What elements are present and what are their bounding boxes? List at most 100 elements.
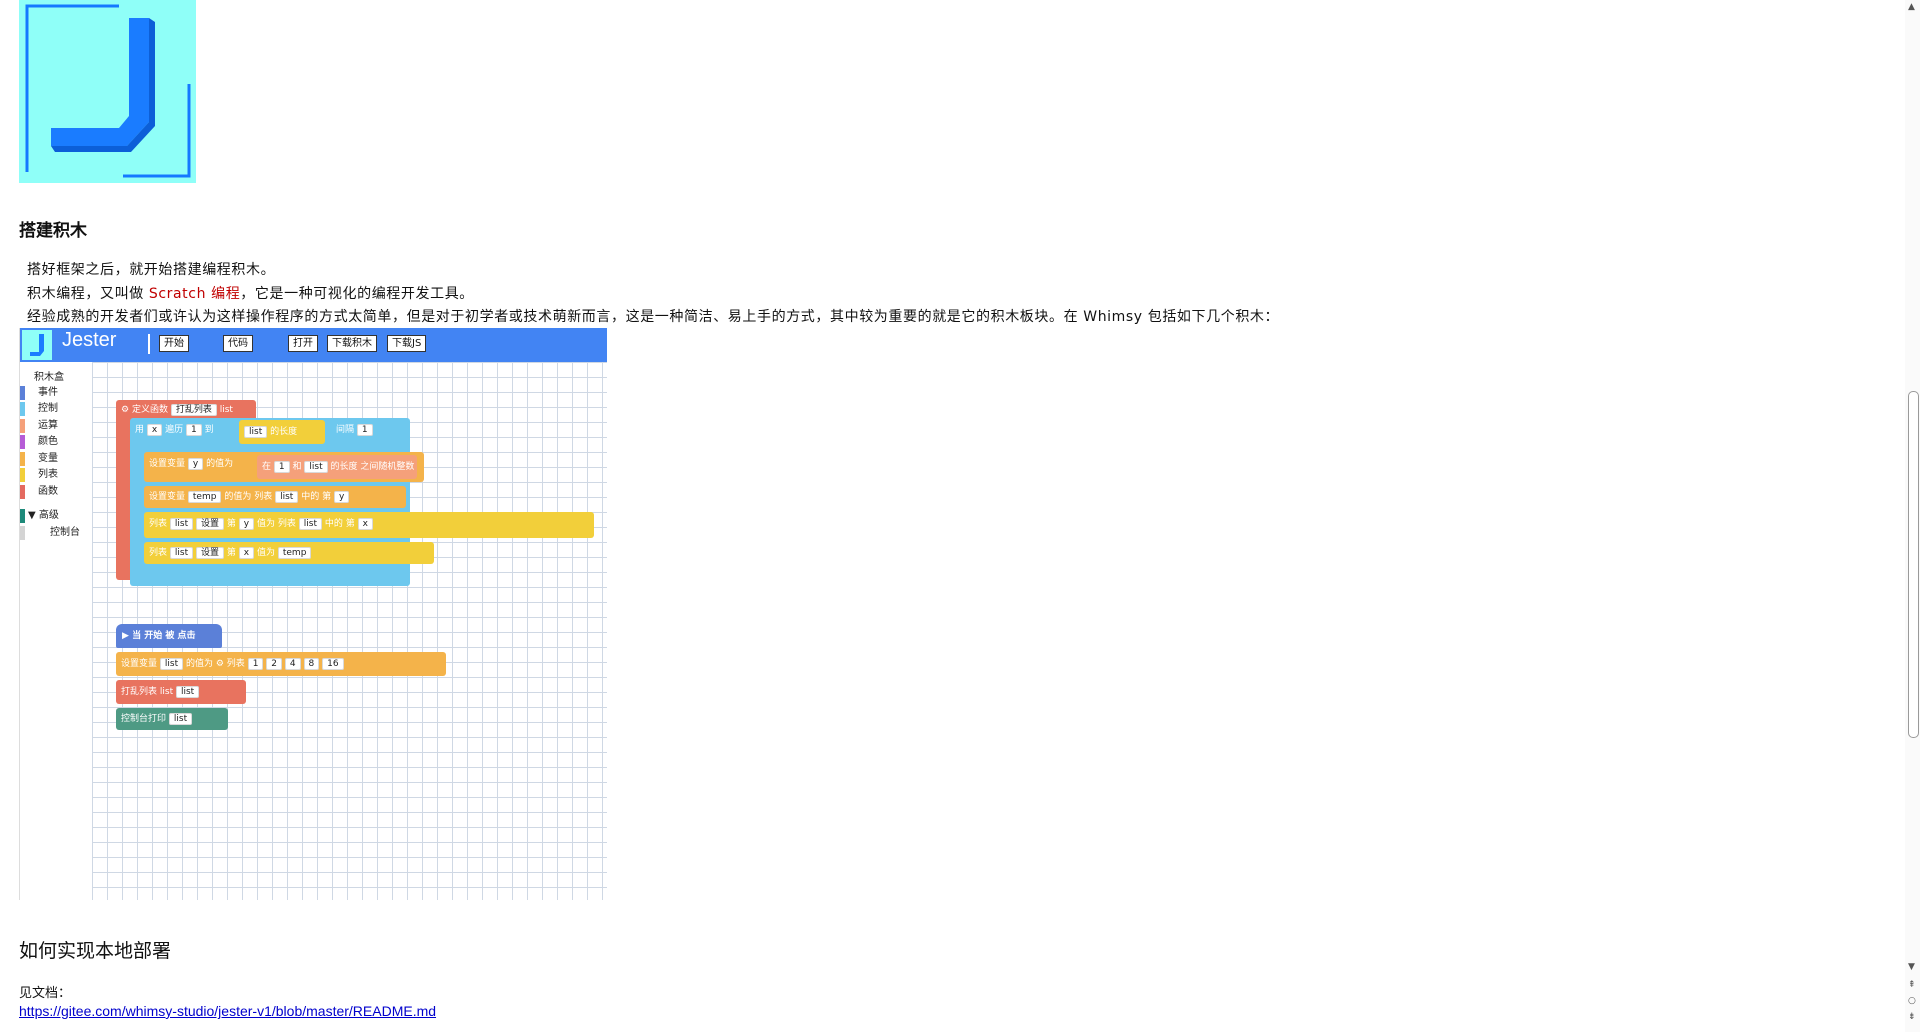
- random-between-text: 之间随机整数: [360, 462, 415, 472]
- define-block-label: ⚙ 定义函数 打乱列表 list: [121, 404, 233, 416]
- start-button[interactable]: 开始: [159, 335, 189, 352]
- set-var-text: 设置变量: [149, 459, 186, 469]
- code-button[interactable]: 代码: [223, 335, 253, 352]
- define-text: 定义函数: [131, 405, 168, 415]
- random-and-text: 和: [292, 462, 302, 472]
- download-js-button[interactable]: 下载JS: [387, 335, 427, 352]
- scrollbar-thumb[interactable]: [1908, 391, 1919, 738]
- list-field[interactable]: list: [244, 426, 268, 438]
- paragraph-2-text-b: ，它是一种可视化的编程开发工具。: [240, 286, 474, 302]
- step-field[interactable]: 1: [356, 424, 373, 436]
- list-item-8[interactable]: 8: [303, 658, 320, 670]
- toolbox-item-colors[interactable]: 颜色: [20, 435, 58, 449]
- toolbox-item-label: 运算: [38, 420, 58, 431]
- for-loop-label: 用 x 遍历 1 到: [135, 424, 214, 436]
- iterate-text: 遍历: [165, 425, 184, 435]
- console-print-label: 控制台打印 list: [121, 713, 193, 725]
- page-scrollbar[interactable]: ▲ ▼ ⇞ ○ ⇟: [1905, 0, 1920, 1032]
- function-name-field[interactable]: 打乱列表: [170, 404, 217, 416]
- console-print-text: 控制台打印: [121, 714, 167, 724]
- set-var-text: 设置变量: [121, 659, 158, 669]
- app-brand: Jester: [62, 329, 117, 351]
- var-y-ref[interactable]: y: [333, 491, 350, 503]
- var-temp-ref[interactable]: temp: [277, 547, 312, 559]
- list-field[interactable]: list: [169, 547, 194, 559]
- scroll-down-icon[interactable]: ▼: [1908, 962, 1915, 972]
- category-swatch: [20, 509, 25, 523]
- toolbox-title: 积木盒: [34, 372, 64, 383]
- to-text: 到: [204, 425, 214, 435]
- toolbox-item-variables[interactable]: 变量: [20, 452, 58, 466]
- call-shuffle-text: 打乱列表: [121, 687, 158, 697]
- toolbox-item-label: 事件: [38, 387, 58, 398]
- set-mode-field[interactable]: 设置: [195, 547, 224, 559]
- print-arg-field[interactable]: list: [168, 713, 193, 725]
- value-of-text: 的值为: [206, 459, 234, 469]
- random-min-field[interactable]: 1: [273, 461, 290, 473]
- var-y-field[interactable]: y: [187, 458, 204, 470]
- set-list-label: 设置变量 list 的值为 ⚙ 列表 1 2 4 8 16: [121, 658, 344, 670]
- list-item-4[interactable]: 4: [284, 658, 301, 670]
- paragraph-3: 经验成熟的开发者们或许认为这样操作程序的方式太简单，但是对于初学者或技术萌新而言…: [27, 309, 1280, 325]
- random-list-field[interactable]: list: [304, 461, 328, 473]
- param-text: list: [159, 687, 174, 697]
- deploy-heading: 如何实现本地部署: [19, 940, 172, 962]
- list-word-text: 列表: [254, 492, 273, 502]
- toolbox-item-functions[interactable]: 函数: [20, 485, 58, 499]
- list-field[interactable]: list: [275, 491, 299, 503]
- list-field[interactable]: list: [298, 518, 322, 530]
- length-text: 的长度: [270, 427, 298, 437]
- list-item-2[interactable]: 2: [266, 658, 283, 670]
- see-docs-text: 见文档：: [19, 986, 72, 1001]
- toolbox-item-console[interactable]: 控制台: [20, 526, 80, 540]
- loop-var-field[interactable]: x: [146, 424, 163, 436]
- step-text: 间隔: [336, 425, 355, 435]
- var-x-ref[interactable]: x: [238, 547, 255, 559]
- set-mode-field[interactable]: 设置: [195, 518, 224, 530]
- set-y-label: 设置变量 y 的值为: [149, 458, 233, 470]
- app-logo-icon: [22, 330, 52, 360]
- var-y-ref[interactable]: y: [238, 518, 255, 530]
- value-of-text: 的值为: [224, 492, 252, 502]
- category-swatch: [20, 485, 25, 499]
- length-label: list 的长度: [244, 426, 297, 438]
- category-swatch: [20, 419, 25, 433]
- hat-text: 当 开始 被 点击: [132, 631, 196, 641]
- blocks-workspace[interactable]: ⚙ 定义函数 打乱列表 list 用 x 遍历 1 到 list 的长度 间隔 …: [92, 362, 607, 900]
- readme-link[interactable]: https://gitee.com/whimsy-studio/jester-v…: [19, 1003, 436, 1019]
- category-swatch: [20, 468, 25, 482]
- scroll-reset-icon[interactable]: ○: [1908, 996, 1916, 1006]
- toolbox-item-operators[interactable]: 运算: [20, 419, 58, 433]
- list-field[interactable]: list: [169, 518, 194, 530]
- index-text: 第: [345, 519, 355, 529]
- open-button[interactable]: 打开: [288, 335, 318, 352]
- paragraph-2: 积木编程，又叫做 Scratch 编程，它是一种可视化的编程开发工具。: [27, 283, 474, 303]
- list-arg-field[interactable]: list: [175, 686, 200, 698]
- scroll-page-down-icon[interactable]: ⇟: [1908, 1012, 1916, 1022]
- var-temp-field[interactable]: temp: [187, 491, 222, 503]
- section-heading: 搭建积木: [19, 221, 87, 241]
- loop-from-field[interactable]: 1: [185, 424, 202, 436]
- var-list-field[interactable]: list: [159, 658, 184, 670]
- random-in-text: 在: [262, 462, 272, 472]
- category-swatch: [20, 386, 25, 400]
- scroll-up-icon[interactable]: ▲: [1908, 2, 1915, 12]
- scroll-page-up-icon[interactable]: ⇞: [1908, 980, 1916, 990]
- toolbox-item-events[interactable]: 事件: [20, 386, 58, 400]
- toolbox-item-label: 变量: [38, 453, 58, 464]
- toolbox-item-lists[interactable]: 列表: [20, 468, 58, 482]
- list-item-16[interactable]: 16: [322, 658, 344, 670]
- for-use-text: 用: [135, 425, 145, 435]
- scratch-highlight: Scratch 编程: [148, 286, 241, 302]
- download-blocks-button[interactable]: 下载积木: [327, 335, 377, 352]
- random-length-text: 的长度: [330, 462, 358, 472]
- list-item-1[interactable]: 1: [247, 658, 264, 670]
- param-text: list: [219, 405, 233, 415]
- toolbox-panel: 积木盒 事件 控制 运算 颜色 变量 列表 函数 ▼ 高级 控制台: [20, 362, 93, 900]
- toolbox-item-control[interactable]: 控制: [20, 402, 58, 416]
- toolbox-item-advanced[interactable]: ▼ 高级: [20, 509, 59, 523]
- var-x-ref[interactable]: x: [357, 518, 373, 530]
- index-text: 第: [226, 519, 236, 529]
- category-swatch: [20, 452, 25, 466]
- toolbox-item-label: 颜色: [38, 436, 58, 447]
